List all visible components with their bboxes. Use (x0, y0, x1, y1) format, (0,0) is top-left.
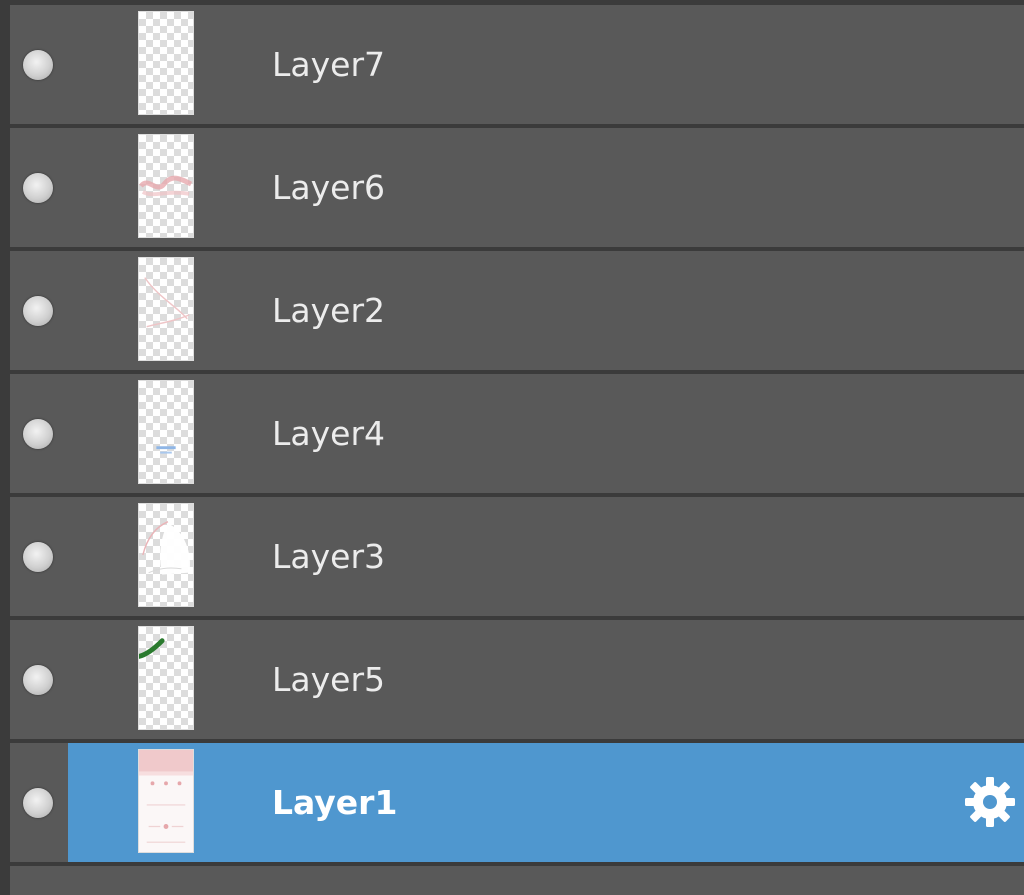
layer-row-layer7[interactable]: Layer7 (10, 5, 1024, 124)
layer-thumbnail (138, 11, 194, 115)
layer-thumbnail (138, 134, 194, 238)
panel-footer (10, 866, 1024, 895)
gear-icon[interactable] (962, 774, 1018, 830)
layer-thumbnail (138, 380, 194, 484)
layer-name: Layer5 (272, 660, 386, 699)
layer-name: Layer6 (272, 168, 386, 207)
visibility-toggle-icon[interactable] (23, 50, 53, 80)
visibility-toggle-icon[interactable] (23, 419, 53, 449)
layer-thumbnail (138, 503, 194, 607)
visibility-toggle-icon[interactable] (23, 542, 53, 572)
layer-name: Layer3 (272, 537, 386, 576)
visibility-toggle-icon[interactable] (23, 665, 53, 695)
selection-highlight (68, 743, 1024, 862)
layers-panel: Layer7 Layer6 Layer2 Layer4 Layer3 Layer… (0, 0, 1024, 895)
layer-row-layer6[interactable]: Layer6 (10, 128, 1024, 247)
layer-list: Layer7 Layer6 Layer2 Layer4 Layer3 Layer… (10, 5, 1024, 866)
layer-row-layer1[interactable]: Layer1 (10, 743, 1024, 862)
layer-name: Layer1 (272, 783, 398, 822)
layer-row-layer3[interactable]: Layer3 (10, 497, 1024, 616)
visibility-toggle-icon[interactable] (23, 788, 53, 818)
layer-name: Layer4 (272, 414, 386, 453)
visibility-toggle-icon[interactable] (23, 296, 53, 326)
layer-row-layer4[interactable]: Layer4 (10, 374, 1024, 493)
layer-name: Layer7 (272, 45, 386, 84)
layer-thumbnail (138, 749, 194, 853)
layer-row-layer2[interactable]: Layer2 (10, 251, 1024, 370)
layer-row-layer5[interactable]: Layer5 (10, 620, 1024, 739)
layer-thumbnail (138, 626, 194, 730)
layer-thumbnail (138, 257, 194, 361)
visibility-toggle-icon[interactable] (23, 173, 53, 203)
layer-name: Layer2 (272, 291, 386, 330)
